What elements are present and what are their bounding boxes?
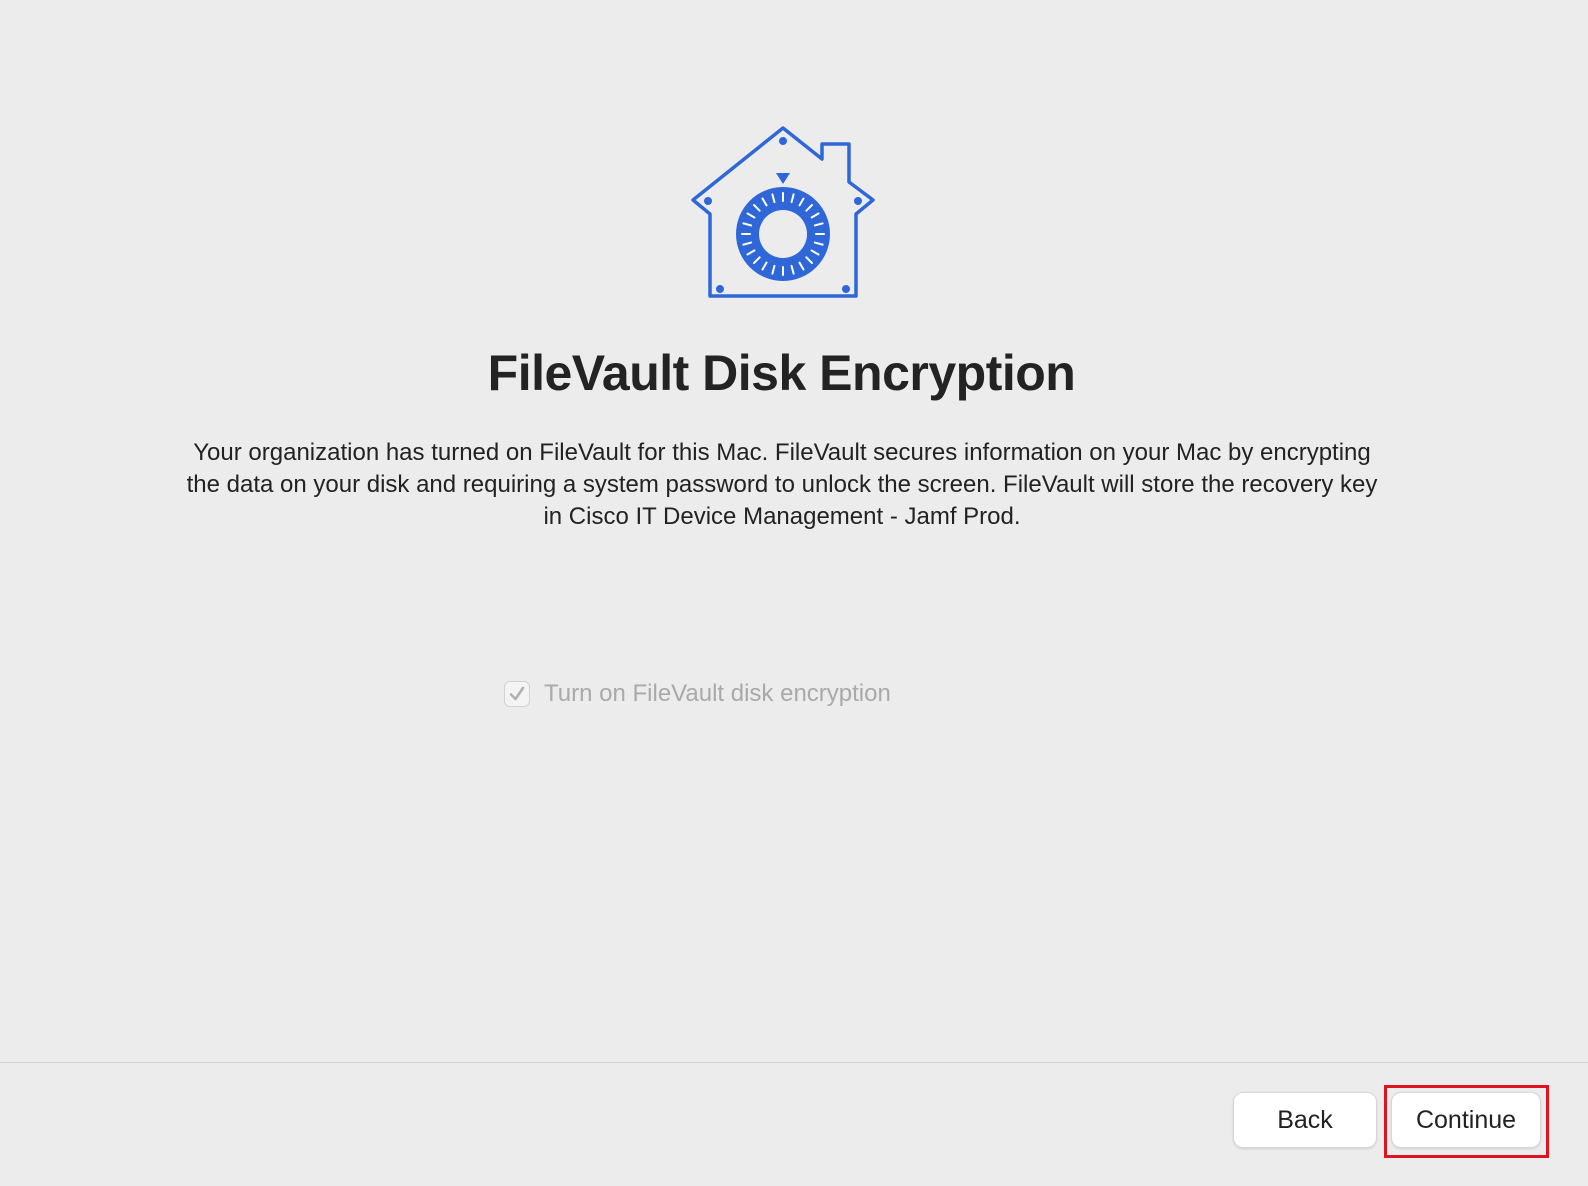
continue-button[interactable]: Continue [1391, 1092, 1541, 1148]
filevault-checkbox[interactable] [504, 681, 530, 707]
back-button[interactable]: Back [1233, 1092, 1377, 1148]
setup-assistant-window: FileVault Disk Encryption Your organizat… [0, 0, 1588, 1186]
description-text: Your organization has turned on FileVaul… [186, 439, 1378, 530]
filevault-house-safe-icon [691, 126, 875, 298]
filevault-checkbox-label: Turn on FileVault disk encryption [544, 680, 891, 707]
page-title: FileVault Disk Encryption [487, 345, 1076, 401]
filevault-option-row: Turn on FileVault disk encryption [504, 677, 891, 711]
checkmark-icon [509, 686, 525, 701]
footer-divider [0, 1062, 1588, 1063]
